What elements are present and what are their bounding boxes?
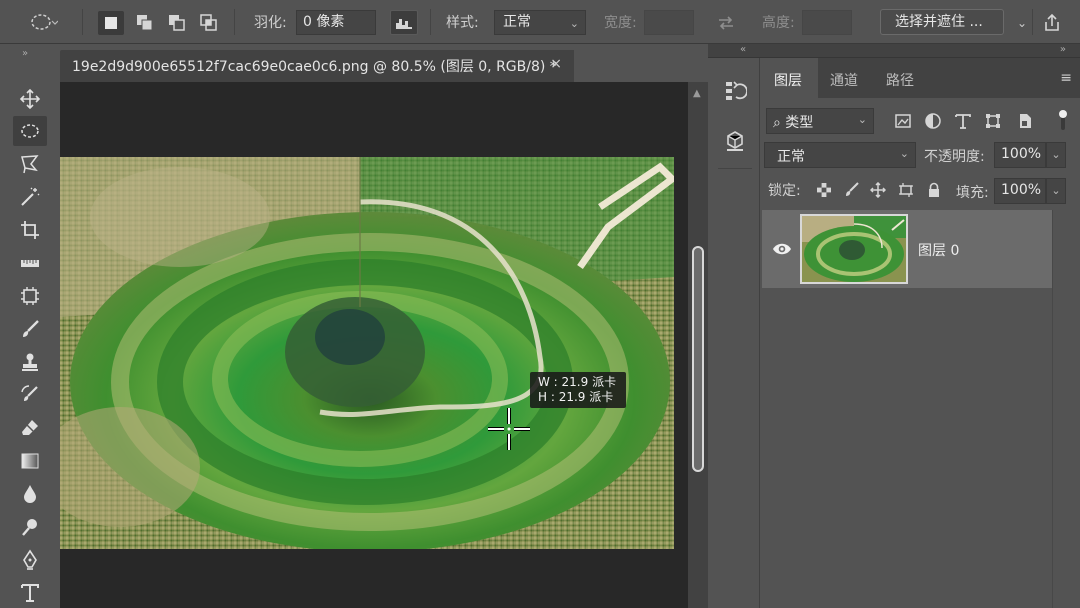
collapse-right-icon[interactable]: » (1060, 44, 1066, 55)
history-panel-icon[interactable] (720, 76, 750, 106)
swap-width-height-icon[interactable] (712, 10, 740, 35)
scroll-up-icon[interactable]: ▲ (693, 88, 701, 99)
feather-input[interactable]: 0 像素 (296, 10, 376, 35)
opacity-input[interactable]: 100% (994, 142, 1046, 168)
separator (430, 9, 431, 35)
width-input[interactable] (644, 10, 694, 35)
subtract-from-selection-icon[interactable] (164, 11, 190, 35)
lock-artboard-icon[interactable] (896, 180, 916, 200)
brush-tool-icon[interactable] (13, 314, 47, 344)
chevron-down-icon[interactable]: ⌄ (1046, 178, 1066, 204)
blend-mode-select[interactable]: 正常 ⌄ (764, 142, 916, 168)
layer-row[interactable]: 图层 0 (762, 210, 1052, 288)
panel-menu-icon[interactable]: ≡ (1060, 70, 1072, 86)
separator (234, 9, 235, 35)
pen-tool-icon[interactable] (13, 545, 47, 575)
canvas-vertical-scrollbar[interactable]: ▲ (688, 82, 708, 608)
collapse-left-icon[interactable]: « (740, 44, 746, 55)
style-select-value: 正常 (503, 14, 531, 30)
canvas-image[interactable] (60, 157, 674, 549)
close-icon[interactable]: × (550, 56, 562, 72)
style-select[interactable]: 正常 ⌄ (494, 10, 586, 35)
style-label: 样式: (446, 15, 479, 31)
chevron-down-icon: ⌄ (857, 113, 867, 126)
layers-scrollbar[interactable] (1052, 210, 1080, 608)
new-selection-icon[interactable] (98, 11, 124, 35)
frame-tool-icon[interactable] (13, 281, 47, 311)
3d-panel-icon[interactable] (720, 126, 750, 156)
polygonal-lasso-tool-icon[interactable] (13, 149, 47, 179)
layers-panel-tabs: 图层 通道 路径 ≡ (762, 58, 1080, 98)
filter-pixel-icon[interactable] (892, 110, 914, 132)
blur-tool-icon[interactable] (13, 479, 47, 509)
layers-list-empty-area (762, 288, 1052, 608)
options-bar: 羽化: 0 像素 样式: 正常 ⌄ 宽度: 高度: 选择并遮住 ... ⌄ (0, 0, 1080, 44)
tab-strip (574, 50, 708, 82)
eraser-tool-icon[interactable] (13, 413, 47, 443)
separator (82, 9, 83, 35)
document-tab-title: 19e2d9d900e65512f7cac69e0cae0c6.png @ 80… (72, 59, 557, 75)
chevron-down-icon: ⌄ (569, 17, 579, 30)
ruler-tool-icon[interactable] (13, 248, 47, 278)
tooltip-width: W : 21.9 派卡 (538, 375, 617, 389)
anti-alias-icon[interactable] (390, 10, 418, 35)
tab-layers[interactable]: 图层 (762, 58, 818, 98)
chevron-down-icon[interactable]: ⌄ (1046, 142, 1066, 168)
document-tab[interactable]: 19e2d9d900e65512f7cac69e0cae0c6.png @ 80… (60, 50, 574, 82)
share-icon[interactable] (1038, 10, 1066, 35)
type-tool-icon[interactable] (13, 578, 47, 608)
crop-tool-icon[interactable] (13, 215, 47, 245)
move-tool-icon[interactable] (13, 84, 47, 114)
lock-all-icon[interactable] (924, 180, 944, 200)
scrollbar-thumb[interactable] (692, 246, 704, 472)
feather-label: 羽化: (254, 15, 287, 31)
magic-wand-tool-icon[interactable] (13, 182, 47, 212)
stamp-tool-icon[interactable] (13, 347, 47, 377)
tab-channels[interactable]: 通道 (818, 58, 874, 98)
elliptical-marquee-preset-icon[interactable] (30, 10, 59, 34)
select-and-mask-button[interactable]: 选择并遮住 ... (880, 9, 1004, 35)
panel-dock (710, 58, 760, 608)
lock-position-icon[interactable] (868, 180, 888, 200)
panel-collapse-strip: « » (708, 44, 1080, 58)
chevron-down-icon: ⌄ (899, 147, 909, 160)
height-input[interactable] (802, 10, 852, 35)
blend-mode-value: 正常 (777, 149, 805, 165)
search-icon: ⌕ (773, 115, 781, 131)
tools-panel: » (8, 48, 56, 608)
collapse-toolbar-icon[interactable]: » (22, 48, 28, 59)
dodge-tool-icon[interactable] (13, 512, 47, 542)
layer-name[interactable]: 图层 0 (918, 240, 959, 260)
history-brush-tool-icon[interactable] (13, 380, 47, 410)
lock-label: 锁定: (768, 183, 801, 199)
separator (1032, 9, 1033, 35)
crosshair-cursor-icon (486, 406, 532, 452)
separator (718, 168, 752, 169)
lock-transparency-icon[interactable] (814, 180, 834, 200)
intersect-selection-icon[interactable] (196, 11, 222, 35)
layer-filter-value: 类型 (785, 115, 814, 131)
fill-input[interactable]: 100% (994, 178, 1046, 204)
layer-filter-select[interactable]: ⌕ 类型 ⌄ (766, 108, 874, 134)
lock-image-icon[interactable] (842, 180, 862, 200)
fill-label: 填充: (956, 185, 989, 201)
width-label: 宽度: (604, 15, 637, 31)
height-label: 高度: (762, 15, 795, 31)
filter-smart-object-icon[interactable] (1014, 110, 1036, 132)
filter-adjustment-icon[interactable] (922, 110, 944, 132)
eye-icon[interactable] (772, 240, 792, 258)
elliptical-marquee-tool-icon[interactable] (13, 116, 47, 146)
layer-thumbnail[interactable] (800, 214, 908, 284)
tooltip-height: H : 21.9 派卡 (538, 390, 614, 404)
filter-toggle[interactable] (1058, 108, 1068, 132)
tab-paths[interactable]: 路径 (874, 58, 930, 98)
selection-size-tooltip: W : 21.9 派卡 H : 21.9 派卡 (530, 372, 626, 408)
layers-panel: 图层 通道 路径 ≡ ⌕ 类型 ⌄ 正常 ⌄ 不透明度: 100% ⌄ 锁定: (762, 58, 1080, 608)
filter-type-icon[interactable] (952, 110, 974, 132)
filter-shape-icon[interactable] (982, 110, 1004, 132)
gradient-tool-icon[interactable] (13, 446, 47, 476)
opacity-label: 不透明度: (924, 149, 985, 165)
add-to-selection-icon[interactable] (132, 11, 158, 35)
